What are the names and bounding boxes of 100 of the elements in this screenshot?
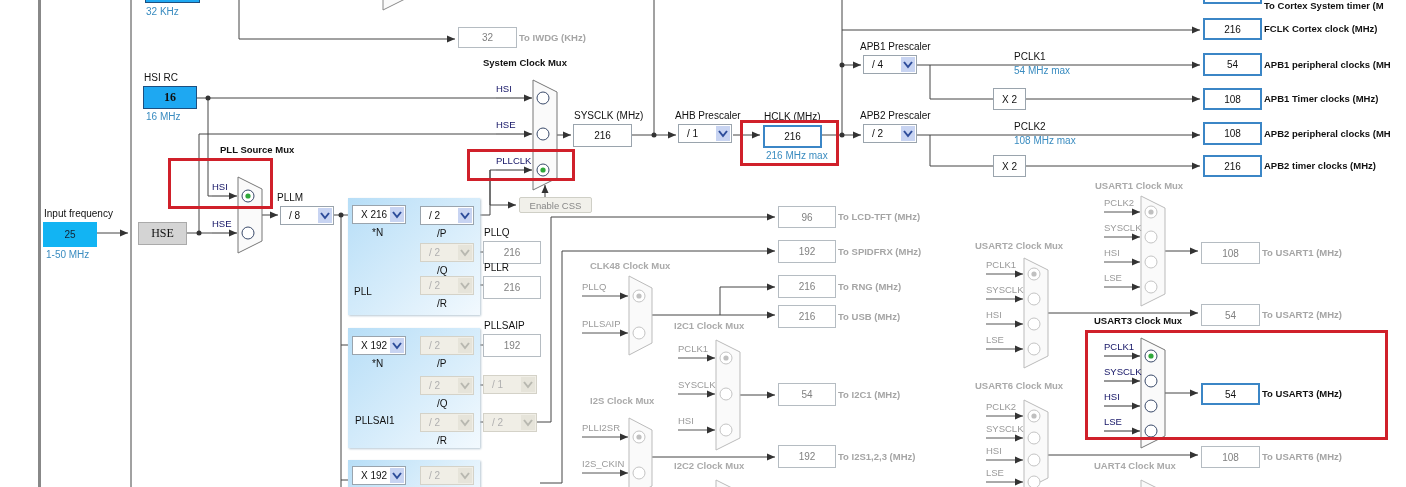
value-field: 108 <box>1201 242 1260 264</box>
input-label: HSI <box>1104 391 1120 403</box>
input-label: PLLCLK <box>496 155 532 167</box>
caret-icon <box>458 338 472 353</box>
mux-title: System Clock Mux <box>483 57 567 69</box>
arrow-connector <box>985 270 1024 278</box>
junction-dot <box>205 95 211 101</box>
arrow-connector <box>495 94 533 102</box>
arrow-connector <box>96 229 129 237</box>
input-label: SYSCLK <box>1104 222 1142 234</box>
input-label: HSI <box>986 445 1002 457</box>
output-label: To I2C1 (MHz) <box>838 388 901 401</box>
arrow-connector <box>556 131 572 139</box>
radio-button[interactable] <box>1144 399 1158 413</box>
arrow-connector <box>581 433 629 441</box>
arrow-connector <box>495 130 533 138</box>
value-field: 216 <box>483 276 541 299</box>
arrow-connector <box>1164 247 1199 255</box>
radio-button[interactable] <box>241 226 255 240</box>
radio-button[interactable] <box>536 163 550 177</box>
value-field: 216 <box>1203 155 1262 177</box>
field-caption: AHB Prescaler <box>675 110 741 122</box>
dropdown[interactable]: / 1 <box>678 124 732 143</box>
input-label: LSE <box>986 334 1004 346</box>
input-label: SYSCLK <box>1104 366 1142 378</box>
connector-line <box>929 64 994 100</box>
radio-button[interactable] <box>241 189 255 203</box>
mux-title: USART3 Clock Mux <box>1094 315 1183 327</box>
connector-line <box>238 0 240 40</box>
junction-dot <box>651 132 657 138</box>
radio-button[interactable] <box>1144 374 1158 388</box>
input-label: PCLK2 <box>1104 197 1135 209</box>
dropdown[interactable]: / 2 <box>420 206 474 225</box>
output-label: To I2S1,2,3 (MHz) <box>838 450 916 463</box>
value-field: 54 <box>1203 53 1262 76</box>
input-label: LSE <box>986 467 1004 479</box>
arrow-connector <box>1103 233 1141 241</box>
signal-label: PCLK1 <box>1014 51 1046 63</box>
radio-button[interactable] <box>536 91 550 105</box>
output-label: APB2 peripheral clocks (MH <box>1264 127 1391 140</box>
arrow-connector <box>1103 352 1141 360</box>
dropdown[interactable]: / 4 <box>863 55 917 74</box>
dropdown[interactable]: / 8 <box>280 206 334 225</box>
arrow-connector <box>985 412 1024 420</box>
input-label: PLLQ <box>582 281 607 293</box>
mux-title: UART4 Clock Mux <box>1094 460 1176 472</box>
caret-icon <box>390 338 404 353</box>
value-field: 216 <box>1203 18 1262 40</box>
radio-button[interactable] <box>1144 424 1158 438</box>
output-label: To USART3 (MHz) <box>1262 388 1343 400</box>
caret-icon <box>458 278 472 293</box>
mux-title: CLK48 Clock Mux <box>590 260 671 272</box>
value-field: 216 <box>483 241 541 264</box>
mux-title: I2S Clock Mux <box>590 395 655 407</box>
dropdown[interactable]: X 192 <box>352 466 406 485</box>
junction-dot <box>839 62 845 68</box>
arrow-connector <box>541 184 549 198</box>
arrow-connector <box>985 320 1024 328</box>
divider-label: /P <box>437 358 447 370</box>
arrow-connector <box>821 131 862 139</box>
value-field: 192 <box>778 445 836 468</box>
panel-label: PLL <box>354 286 372 298</box>
arrow-connector <box>1103 283 1141 291</box>
arrow-connector <box>985 456 1024 464</box>
arrow-connector <box>841 61 862 69</box>
input-label: PCLK1 <box>1104 341 1135 353</box>
value-field: 216 <box>778 275 836 298</box>
dropdown[interactable]: X 216 <box>352 205 406 224</box>
divider-label: /Q <box>437 398 448 410</box>
caret-icon <box>390 468 404 483</box>
dropdown[interactable]: X 192 <box>352 336 406 355</box>
caret-icon <box>458 245 472 260</box>
junction-dot <box>839 132 845 138</box>
dropdown[interactable]: / 2 <box>863 124 917 143</box>
output-label: To USART1 (MHz) <box>1262 247 1343 259</box>
value-field: 192 <box>483 334 541 357</box>
field-caption: PLLM <box>277 192 304 204</box>
radio-button[interactable] <box>1144 349 1158 363</box>
field-caption: PLLSAIP <box>484 320 525 332</box>
radio-button[interactable] <box>536 127 550 141</box>
range-note: 108 MHz max <box>1014 135 1076 147</box>
arrow-connector <box>581 292 629 300</box>
arrow-connector <box>985 345 1024 353</box>
input-field[interactable]: 216 <box>763 125 822 148</box>
arrow-connector <box>739 391 776 399</box>
caret-icon <box>458 378 472 393</box>
output-label: FCLK Cortex clock (MHz) <box>1264 23 1378 35</box>
output-label: APB1 peripheral clocks (MH <box>1264 58 1391 71</box>
arrow-connector <box>985 478 1024 486</box>
input-label: HSI <box>986 309 1002 321</box>
arrow-connector <box>489 201 517 209</box>
output-label: To LCD-TFT (MHz) <box>838 211 921 223</box>
output-label: To USART6 (MHz) <box>1262 451 1343 463</box>
junction-dot <box>196 230 202 236</box>
field-caption: APB2 Prescaler <box>860 110 931 122</box>
input-label: HSI <box>678 415 694 427</box>
caret-icon <box>458 415 472 430</box>
input-field[interactable]: 25 <box>43 222 97 247</box>
caret-icon <box>521 377 535 392</box>
panel-label: PLLSAI1 <box>355 415 395 427</box>
